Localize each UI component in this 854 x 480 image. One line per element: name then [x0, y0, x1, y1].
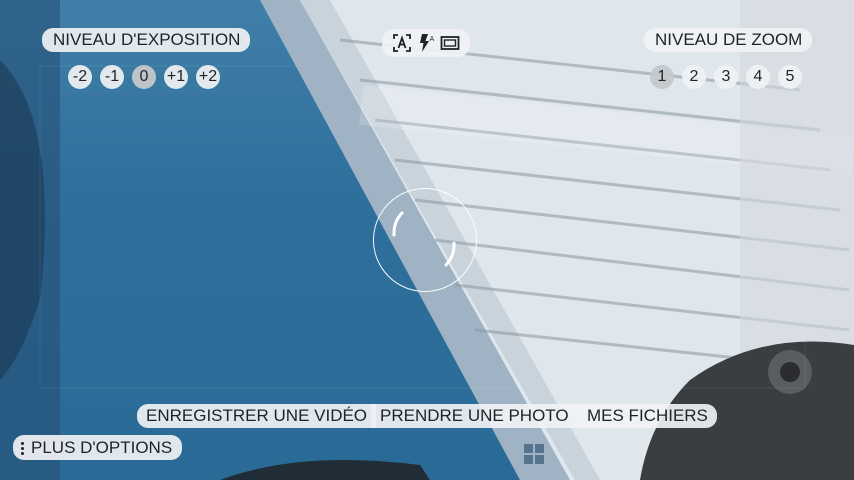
exposure-minus-1-button[interactable]: -1	[100, 65, 124, 89]
autofocus-icon	[392, 211, 456, 267]
svg-text:A: A	[430, 35, 435, 43]
more-options-label: PLUS D'OPTIONS	[31, 438, 173, 457]
exposure-level-title: NIVEAU D'EXPOSITION	[42, 28, 251, 52]
flash-auto-icon[interactable]: A	[416, 33, 436, 53]
camera-mode-toolbar: A	[382, 29, 470, 57]
my-files-button[interactable]: MES FICHIERS	[578, 404, 717, 428]
exposure-plus-1-button[interactable]: +1	[164, 65, 188, 89]
exposure-plus-2-button[interactable]: +2	[196, 65, 220, 89]
zoom-2-button[interactable]: 2	[682, 65, 706, 89]
auto-scene-icon[interactable]	[392, 33, 412, 53]
exposure-minus-2-button[interactable]: -2	[68, 65, 92, 89]
focus-indicator[interactable]	[373, 188, 477, 292]
take-photo-button[interactable]: PRENDRE UNE PHOTO	[371, 404, 578, 428]
zoom-5-button[interactable]: 5	[778, 65, 802, 89]
exposure-0-button[interactable]: 0	[132, 65, 156, 89]
more-vertical-icon	[21, 440, 27, 457]
aspect-ratio-icon[interactable]	[440, 33, 460, 53]
zoom-4-button[interactable]: 4	[746, 65, 770, 89]
more-options-button[interactable]: PLUS D'OPTIONS	[13, 435, 183, 460]
record-video-button[interactable]: ENREGISTRER UNE VIDÉO	[137, 404, 377, 428]
zoom-level-title: NIVEAU DE ZOOM	[644, 28, 813, 52]
zoom-3-button[interactable]: 3	[714, 65, 738, 89]
zoom-1-button[interactable]: 1	[650, 65, 674, 89]
